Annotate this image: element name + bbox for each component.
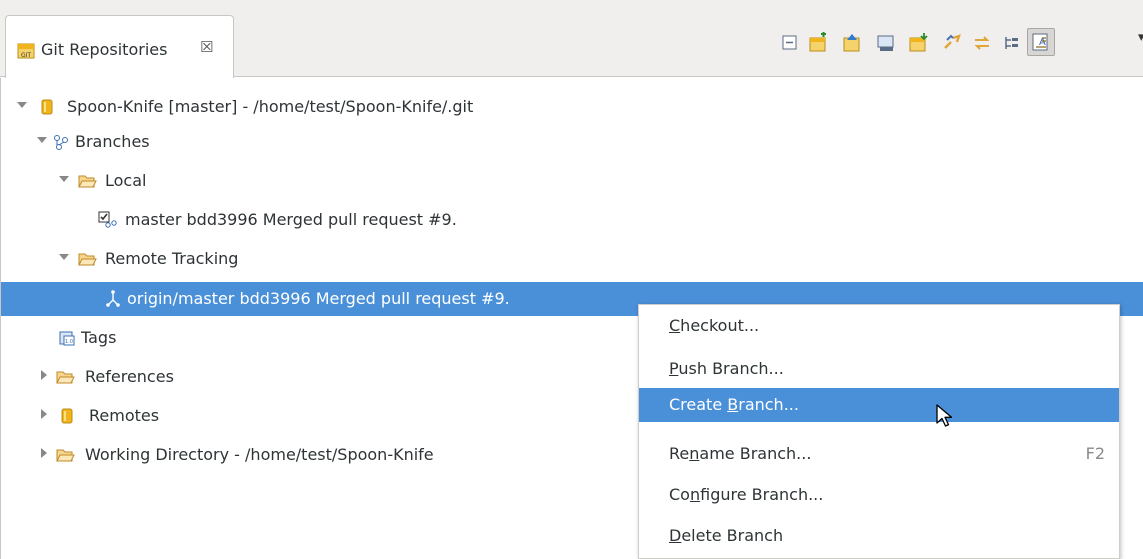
collapsed-triangle-icon[interactable] (39, 448, 49, 458)
repository-cylinder-icon (41, 99, 53, 115)
show-details-icon: A (1032, 33, 1048, 51)
menu-item-label: Checkout... (669, 316, 760, 335)
tree-node-label: Tags (81, 328, 117, 347)
tree-node-label: origin/master bdd3996 Merged pull reques… (127, 289, 510, 308)
menu-item-label: Rename Branch... (669, 444, 812, 463)
tree-node-remote-tracking[interactable]: Remote Tracking (1, 242, 1143, 276)
menu-item-label: Configure Branch... (669, 485, 824, 504)
view-tab-bar: GIT Git Repositories ☒ A ▾ (0, 0, 1143, 78)
close-icon[interactable]: ☒ (200, 38, 213, 56)
git-repository-icon: GIT (17, 43, 35, 59)
expanded-triangle-icon[interactable] (17, 100, 27, 110)
open-folder-icon (56, 371, 75, 384)
svg-text:1.0: 1.0 (65, 339, 73, 345)
expanded-triangle-icon[interactable] (37, 135, 47, 145)
view-menu-chevron-down-icon[interactable]: ▾ (1138, 30, 1143, 45)
menu-item-label: Create Branch... (669, 395, 799, 414)
import-repository-icon[interactable] (907, 32, 929, 54)
tree-node-label: Remotes (89, 406, 160, 425)
tree-node-label: Branches (75, 132, 150, 151)
tree-node-local-master[interactable]: master bdd3996 Merged pull request #9. (1, 203, 1143, 237)
expanded-triangle-icon[interactable] (59, 174, 69, 184)
branch-context-menu: Checkout... Push Branch... Create Branch… (638, 304, 1120, 559)
git-repositories-tab[interactable]: GIT Git Repositories ☒ (5, 15, 234, 78)
create-repository-icon[interactable] (875, 32, 897, 54)
remote-cylinder-icon (61, 408, 73, 424)
sync-icon[interactable] (971, 32, 993, 54)
tree-node-label: Local (105, 171, 147, 190)
tags-icon: 1.0 (59, 331, 75, 346)
expanded-triangle-icon[interactable] (59, 252, 69, 262)
menu-item-rename-branch[interactable]: Rename Branch... F2 (639, 437, 1119, 471)
tab-title: Git Repositories (41, 40, 168, 59)
open-folder-icon (56, 449, 75, 462)
menu-item-label: Push Branch... (669, 359, 784, 378)
tree-node-branches[interactable]: Branches (1, 125, 1143, 159)
tree-node-label: master bdd3996 Merged pull request #9. (125, 210, 457, 229)
checked-out-branch-icon (98, 211, 117, 228)
svg-text:A: A (1039, 37, 1046, 48)
menu-item-checkout[interactable]: Checkout... (639, 309, 1119, 343)
tree-node-repository[interactable]: Spoon-Knife [master] - /home/test/Spoon-… (1, 90, 1143, 124)
open-folder-icon (78, 253, 97, 266)
menu-item-push-branch[interactable]: Push Branch... (639, 352, 1119, 386)
menu-item-create-branch[interactable]: Create Branch... (639, 388, 1119, 422)
menu-item-delete-branch[interactable]: Delete Branch (639, 519, 1119, 553)
tree-node-local[interactable]: Local (1, 164, 1143, 198)
tree-mode-icon[interactable] (1001, 32, 1023, 54)
add-repository-icon[interactable] (807, 32, 829, 54)
tree-node-label: References (85, 367, 174, 386)
menu-item-configure-branch[interactable]: Configure Branch... (639, 478, 1119, 512)
svg-text:GIT: GIT (21, 52, 31, 59)
clone-repository-icon[interactable] (841, 32, 863, 54)
shortcut-label: F2 (1085, 444, 1105, 463)
menu-item-label: Delete Branch (669, 526, 784, 545)
open-folder-icon (78, 175, 97, 188)
tree-node-label: Working Directory - /home/test/Spoon-Kni… (85, 445, 434, 464)
collapsed-triangle-icon[interactable] (39, 409, 49, 419)
collapsed-triangle-icon[interactable] (39, 370, 49, 380)
remote-branch-icon (106, 290, 120, 307)
tree-node-label: Spoon-Knife [master] - /home/test/Spoon-… (67, 97, 474, 116)
show-details-button[interactable]: A (1027, 28, 1055, 56)
link-with-selection-icon[interactable] (941, 32, 963, 54)
mouse-pointer-icon (936, 404, 953, 427)
collapse-all-icon[interactable] (779, 32, 801, 54)
tree-node-label: Remote Tracking (105, 249, 239, 268)
branches-icon (54, 135, 68, 150)
